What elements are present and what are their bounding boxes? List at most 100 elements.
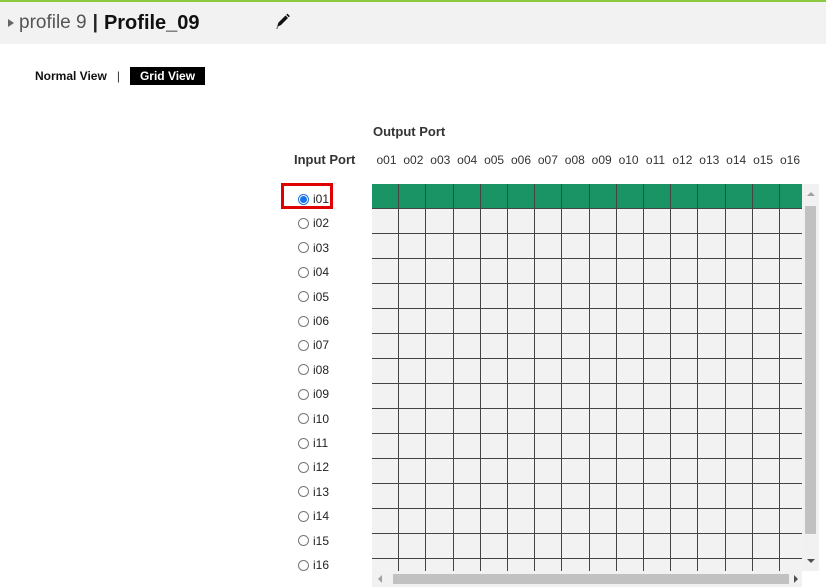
grid-cell-i13-o16[interactable] [780, 484, 802, 509]
grid-cell-i09-o06[interactable] [508, 384, 536, 409]
grid-cell-i06-o09[interactable] [589, 309, 617, 334]
grid-cell-i16-o06[interactable] [508, 559, 536, 571]
grid-cell-i02-o10[interactable] [616, 209, 644, 234]
radio-button-icon[interactable] [298, 510, 309, 522]
grid-cell-i12-o12[interactable] [671, 459, 699, 484]
grid-cell-i10-o04[interactable] [453, 409, 481, 434]
grid-cell-i13-o11[interactable] [644, 484, 672, 509]
grid-cell-i14-o07[interactable] [535, 509, 563, 534]
grid-cell-i10-o07[interactable] [535, 409, 563, 434]
grid-cell-i16-o13[interactable] [698, 559, 726, 571]
grid-cell-i08-o11[interactable] [644, 359, 672, 384]
grid-cell-i10-o08[interactable] [562, 409, 590, 434]
grid-cell-i10-o12[interactable] [671, 409, 699, 434]
grid-cell-i05-o11[interactable] [644, 284, 672, 309]
grid-cell-i02-o01[interactable] [372, 209, 400, 234]
grid-cell-i04-o14[interactable] [725, 259, 753, 284]
grid-cell-i12-o02[interactable] [399, 459, 427, 484]
grid-cell-i14-o01[interactable] [372, 509, 400, 534]
grid-cell-i13-o09[interactable] [589, 484, 617, 509]
grid-cell-i09-o14[interactable] [725, 384, 753, 409]
grid-cell-i09-o11[interactable] [644, 384, 672, 409]
grid-cell-i15-o09[interactable] [589, 534, 617, 559]
grid-cell-i09-o15[interactable] [752, 384, 780, 409]
grid-cell-i03-o14[interactable] [725, 234, 753, 259]
grid-cell-i01-o01[interactable] [372, 184, 400, 209]
grid-cell-i05-o12[interactable] [671, 284, 699, 309]
grid-cell-i08-o03[interactable] [426, 359, 454, 384]
grid-cell-i14-o08[interactable] [562, 509, 590, 534]
grid-cell-i04-o08[interactable] [562, 259, 590, 284]
grid-cell-i05-o02[interactable] [399, 284, 427, 309]
grid-cell-i13-o12[interactable] [671, 484, 699, 509]
grid-cell-i07-o14[interactable] [725, 334, 753, 359]
grid-cell-i06-o15[interactable] [752, 309, 780, 334]
horizontal-scrollbar[interactable] [372, 571, 802, 587]
grid-cell-i07-o12[interactable] [671, 334, 699, 359]
grid-cell-i13-o06[interactable] [508, 484, 536, 509]
grid-cell-i03-o08[interactable] [562, 234, 590, 259]
grid-cell-i10-o14[interactable] [725, 409, 753, 434]
grid-cell-i04-o15[interactable] [752, 259, 780, 284]
grid-cell-i09-o05[interactable] [480, 384, 508, 409]
grid-cell-i02-o15[interactable] [752, 209, 780, 234]
grid-cell-i03-o16[interactable] [780, 234, 802, 259]
grid-cell-i16-o11[interactable] [644, 559, 672, 571]
grid-cell-i02-o14[interactable] [725, 209, 753, 234]
radio-button-icon[interactable] [298, 535, 309, 547]
grid-cell-i10-o02[interactable] [399, 409, 427, 434]
grid-cell-i13-o13[interactable] [698, 484, 726, 509]
grid-cell-i11-o07[interactable] [535, 434, 563, 459]
grid-cell-i10-o03[interactable] [426, 409, 454, 434]
grid-cell-i01-o07[interactable] [535, 184, 563, 209]
grid-cell-i08-o10[interactable] [616, 359, 644, 384]
grid-cell-i11-o06[interactable] [508, 434, 536, 459]
grid-cell-i14-o06[interactable] [508, 509, 536, 534]
grid-cell-i15-o13[interactable] [698, 534, 726, 559]
grid-cell-i07-o08[interactable] [562, 334, 590, 359]
grid-cell-i03-o05[interactable] [480, 234, 508, 259]
grid-cell-i12-o11[interactable] [644, 459, 672, 484]
grid-cell-i08-o01[interactable] [372, 359, 400, 384]
grid-cell-i10-o09[interactable] [589, 409, 617, 434]
grid-cell-i12-o13[interactable] [698, 459, 726, 484]
grid-cell-i13-o02[interactable] [399, 484, 427, 509]
input-radio-i09[interactable]: i09 [298, 383, 329, 405]
grid-cell-i08-o16[interactable] [780, 359, 802, 384]
grid-cell-i03-o09[interactable] [589, 234, 617, 259]
radio-button-icon[interactable] [298, 437, 309, 449]
grid-cell-i11-o11[interactable] [644, 434, 672, 459]
grid-cell-i10-o06[interactable] [508, 409, 536, 434]
vertical-scroll-thumb[interactable] [805, 206, 816, 534]
grid-cell-i13-o05[interactable] [480, 484, 508, 509]
grid-cell-i02-o11[interactable] [644, 209, 672, 234]
grid-cell-i09-o09[interactable] [589, 384, 617, 409]
grid-cell-i09-o13[interactable] [698, 384, 726, 409]
grid-cell-i02-o12[interactable] [671, 209, 699, 234]
radio-button-icon[interactable] [298, 217, 309, 229]
grid-cell-i03-o04[interactable] [453, 234, 481, 259]
grid-cell-i03-o07[interactable] [535, 234, 563, 259]
grid-cell-i15-o08[interactable] [562, 534, 590, 559]
grid-cell-i07-o10[interactable] [616, 334, 644, 359]
grid-cell-i15-o01[interactable] [372, 534, 400, 559]
grid-cell-i01-o13[interactable] [698, 184, 726, 209]
grid-cell-i04-o06[interactable] [508, 259, 536, 284]
radio-button-icon[interactable] [298, 339, 309, 351]
grid-cell-i03-o15[interactable] [752, 234, 780, 259]
grid-cell-i09-o16[interactable] [780, 384, 802, 409]
radio-button-icon[interactable] [298, 315, 309, 327]
radio-button-icon[interactable] [298, 413, 309, 425]
grid-cell-i09-o02[interactable] [399, 384, 427, 409]
grid-cell-i05-o03[interactable] [426, 284, 454, 309]
grid-cell-i07-o16[interactable] [780, 334, 802, 359]
grid-cell-i16-o10[interactable] [616, 559, 644, 571]
grid-cell-i16-o14[interactable] [725, 559, 753, 571]
grid-cell-i01-o05[interactable] [480, 184, 508, 209]
grid-cell-i07-o03[interactable] [426, 334, 454, 359]
grid-cell-i05-o04[interactable] [453, 284, 481, 309]
grid-cell-i16-o16[interactable] [780, 559, 802, 571]
grid-cell-i16-o15[interactable] [752, 559, 780, 571]
grid-cell-i01-o16[interactable] [780, 184, 802, 209]
grid-cell-i07-o02[interactable] [399, 334, 427, 359]
